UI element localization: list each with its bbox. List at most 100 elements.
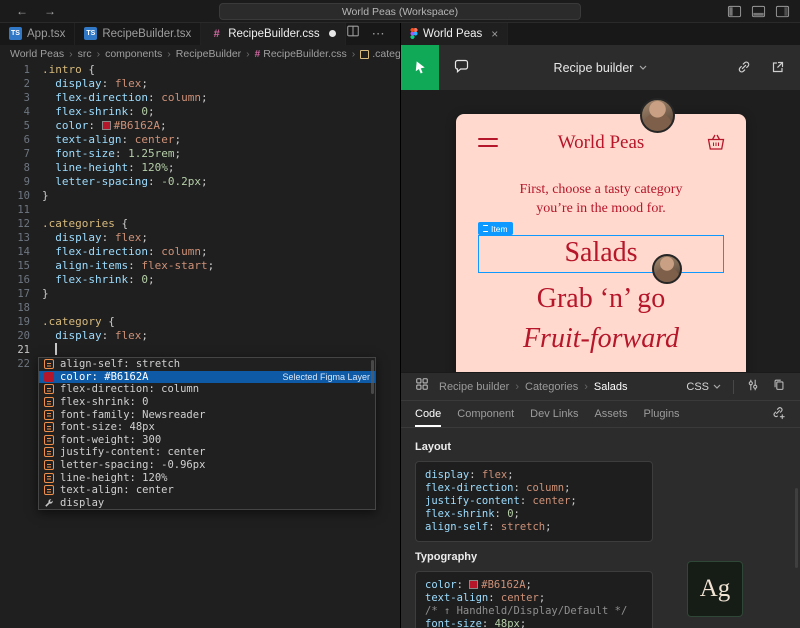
- suggestion-item[interactable]: line-height: 120%: [39, 471, 375, 484]
- tab-plugins[interactable]: Plugins: [643, 401, 679, 427]
- suggestion-item[interactable]: font-weight: 300: [39, 434, 375, 447]
- suggestion-item[interactable]: color: #B6162ASelected Figma Layer: [39, 371, 375, 384]
- tab-RecipeBuilder.css[interactable]: #RecipeBuilder.css: [201, 22, 345, 45]
- suggestion-item[interactable]: letter-spacing: -0.96px: [39, 459, 375, 472]
- code-line-4[interactable]: 4 flex-shrink: 0;: [0, 105, 400, 119]
- code-block-layout[interactable]: display: flex;flex-direction: column;jus…: [415, 461, 653, 542]
- settings-sliders-icon[interactable]: [746, 378, 760, 395]
- code-line-18[interactable]: 18: [0, 301, 400, 315]
- modified-dot-icon: [329, 30, 336, 37]
- selection-bounding-box[interactable]: Salads: [478, 235, 724, 273]
- code-line-10[interactable]: 10}: [0, 189, 400, 203]
- category-salads[interactable]: Salads: [479, 234, 723, 271]
- suggestion-item[interactable]: flex-shrink: 0: [39, 396, 375, 409]
- line-number: 12: [0, 217, 42, 231]
- layer-breadcrumb-item[interactable]: Salads: [594, 381, 628, 393]
- suggestion-item[interactable]: text-align: center: [39, 484, 375, 497]
- code-line-11[interactable]: 11: [0, 203, 400, 217]
- code-line-19[interactable]: 19.category {: [0, 315, 400, 329]
- code-line-8[interactable]: 8 line-height: 120%;: [0, 161, 400, 175]
- tab-code[interactable]: Code: [415, 401, 441, 427]
- color-swatch-icon: [44, 372, 54, 382]
- command-center[interactable]: World Peas (Workspace): [219, 3, 581, 20]
- code-line-16[interactable]: 16 flex-shrink: 0;: [0, 273, 400, 287]
- code-line-17[interactable]: 17}: [0, 287, 400, 301]
- split-editor-icon[interactable]: [346, 24, 360, 43]
- breadcrumb-item[interactable]: components: [105, 48, 162, 60]
- basket-icon[interactable]: [706, 133, 726, 156]
- back-icon[interactable]: ←: [16, 4, 28, 18]
- autocomplete-dropdown[interactable]: align-self: stretchcolor: #B6162ASelecte…: [38, 357, 376, 510]
- tab-component[interactable]: Component: [457, 401, 514, 427]
- suggestion-item[interactable]: font-family: Newsreader: [39, 408, 375, 421]
- close-icon[interactable]: ×: [491, 27, 498, 41]
- code-line-15[interactable]: 15 align-items: flex-start;: [0, 259, 400, 273]
- layer-breadcrumb-item[interactable]: Recipe builder: [439, 381, 509, 393]
- format-select[interactable]: CSS: [686, 381, 721, 393]
- copy-link-icon[interactable]: [736, 59, 752, 80]
- figma-panel: Recipe builder World Peas: [400, 45, 800, 628]
- code-line-9[interactable]: 9 letter-spacing: -0.2px;: [0, 175, 400, 189]
- objects-grid-icon[interactable]: [415, 377, 429, 396]
- code-editor[interactable]: 1.intro {2 display: flex;3 flex-directio…: [0, 63, 400, 628]
- code-line-1[interactable]: 1.intro {: [0, 63, 400, 77]
- suggestion-item[interactable]: align-self: stretch: [39, 358, 375, 371]
- world-peas-frame[interactable]: World Peas First, choose a tasty categor…: [456, 114, 746, 372]
- code-line-7[interactable]: 7 font-size: 1.25rem;: [0, 147, 400, 161]
- breadcrumb-item[interactable]: src: [78, 48, 92, 60]
- code-line-13[interactable]: 13 display: flex;: [0, 231, 400, 245]
- tab-App.tsx[interactable]: TSApp.tsx: [0, 22, 75, 45]
- inspector-panel: Recipe builder›Categories›Salads CSS Cod: [401, 372, 800, 628]
- code-line-21[interactable]: 21: [0, 343, 400, 357]
- comment-tool-icon[interactable]: [453, 58, 470, 80]
- code-line-6[interactable]: 6 text-align: center;: [0, 133, 400, 147]
- scrollbar[interactable]: [795, 488, 798, 568]
- code-line-5[interactable]: 5 color: #B6162A;: [0, 119, 400, 133]
- copy-icon[interactable]: [772, 378, 786, 395]
- open-in-figma-icon[interactable]: [770, 59, 786, 80]
- code-line-12[interactable]: 12.categories {: [0, 217, 400, 231]
- tab-dev-links[interactable]: Dev Links: [530, 401, 578, 427]
- figma-page-selector[interactable]: Recipe builder: [554, 45, 648, 90]
- toggle-panel-icon[interactable]: [751, 4, 766, 19]
- more-actions-icon[interactable]: ⋯: [372, 26, 385, 42]
- intro-text[interactable]: First, choose a tasty category you’re in…: [456, 180, 746, 218]
- suggestion-item[interactable]: display: [39, 497, 375, 510]
- toggle-sidebar-icon[interactable]: [727, 4, 742, 19]
- tab-RecipeBuilder.tsx[interactable]: TSRecipeBuilder.tsx: [75, 22, 201, 45]
- toggle-secondary-sidebar-icon[interactable]: [775, 4, 790, 19]
- add-dev-link-icon[interactable]: [771, 405, 786, 423]
- category-fruit-forward[interactable]: Fruit-forward: [456, 320, 746, 358]
- code-line-2[interactable]: 2 display: flex;: [0, 77, 400, 91]
- forward-icon[interactable]: →: [44, 4, 56, 18]
- code-block-typography[interactable]: color: #B6162A;text-align: center;/* ↑ H…: [415, 571, 653, 628]
- line-number: 15: [0, 259, 42, 273]
- category-grab-n-go[interactable]: Grab ‘n’ go: [456, 280, 746, 318]
- layer-breadcrumb-item[interactable]: Categories: [525, 381, 578, 393]
- suggestion-item[interactable]: font-size: 48px: [39, 421, 375, 434]
- suggestion-item[interactable]: justify-content: center: [39, 446, 375, 459]
- typescript-icon: TS: [9, 27, 22, 40]
- window-title: World Peas (Workspace): [342, 6, 458, 18]
- css-icon: #: [210, 27, 223, 40]
- tab-world-peas[interactable]: World Peas ×: [401, 22, 508, 45]
- figma-canvas[interactable]: World Peas First, choose a tasty categor…: [401, 90, 800, 372]
- breadcrumb-separator: ›: [352, 48, 356, 60]
- section-title: Layout: [415, 441, 786, 453]
- tab-bar: TSApp.tsxTSRecipeBuilder.tsx#RecipeBuild…: [0, 22, 800, 45]
- select-tool-button[interactable]: [401, 45, 439, 90]
- breadcrumb-item[interactable]: .category: [360, 48, 400, 60]
- suggestion-item[interactable]: flex-direction: column: [39, 383, 375, 396]
- typescript-icon: TS: [84, 27, 97, 40]
- scrollbar[interactable]: [371, 360, 374, 394]
- figma-suggestion-icon: [44, 435, 54, 445]
- chevron-down-icon: [713, 384, 721, 389]
- breadcrumb-item[interactable]: World Peas: [10, 48, 64, 60]
- tab-assets[interactable]: Assets: [594, 401, 627, 427]
- code-line-20[interactable]: 20 display: flex;: [0, 329, 400, 343]
- breadcrumb-item[interactable]: RecipeBuilder: [176, 48, 241, 60]
- code-line-3[interactable]: 3 flex-direction: column;: [0, 91, 400, 105]
- code-line-14[interactable]: 14 flex-direction: column;: [0, 245, 400, 259]
- breadcrumb-item[interactable]: #RecipeBuilder.css: [255, 48, 347, 60]
- line-number: 18: [0, 301, 42, 315]
